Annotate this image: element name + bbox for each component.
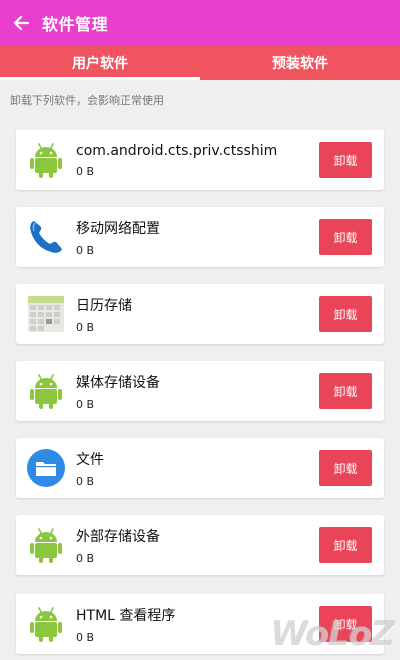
back-button[interactable] [0,0,42,46]
app-name: 外部存储设备 [76,528,160,545]
tab-preinstalled-apps[interactable]: 预装软件 [200,46,400,80]
app-name: 日历存储 [76,297,132,314]
arrow-left-icon [13,15,30,31]
uninstall-button[interactable]: 卸载 [319,296,372,332]
app-name: 媒体存储设备 [76,374,160,391]
android-icon [26,525,66,565]
page-title: 软件管理 [42,15,109,34]
list-item: 外部存储设备 0 B 卸载 [16,515,384,575]
tab-bar: 用户软件 预装软件 [0,46,400,80]
list-item: 移动网络配置 0 B 卸载 [16,207,384,267]
watermark-logo: WoLoZ [270,614,395,654]
tab-user-apps[interactable]: 用户软件 [0,46,200,80]
app-size: 0 B [76,397,95,411]
calendar-icon [26,294,66,334]
list-item: 日历存储 0 B 卸载 [16,284,384,344]
phone-icon [26,217,66,257]
folder-icon [26,448,66,488]
app-size: 0 B [76,164,95,178]
app-size: 0 B [76,474,95,488]
android-icon [26,140,66,180]
app-size: 0 B [76,551,95,565]
app-name: 移动网络配置 [76,220,160,237]
hint-text: 卸载下列软件，会影响正常使用 [10,94,164,107]
uninstall-button[interactable]: 卸载 [319,527,372,563]
list-item: com.android.cts.priv.ctsshim 0 B 卸载 [16,130,384,190]
app-bar: 软件管理 [0,0,400,46]
uninstall-button[interactable]: 卸载 [319,142,372,178]
android-icon [26,371,66,411]
app-name: com.android.cts.priv.ctsshim [76,142,278,159]
uninstall-button[interactable]: 卸载 [319,373,372,409]
android-icon [26,604,66,644]
app-size: 0 B [76,243,95,257]
app-size: 0 B [76,320,95,334]
app-name: 文件 [76,451,104,468]
list-item: 文件 0 B 卸载 [16,438,384,498]
list-item: 媒体存储设备 0 B 卸载 [16,361,384,421]
uninstall-button[interactable]: 卸载 [319,450,372,486]
uninstall-button[interactable]: 卸载 [319,219,372,255]
